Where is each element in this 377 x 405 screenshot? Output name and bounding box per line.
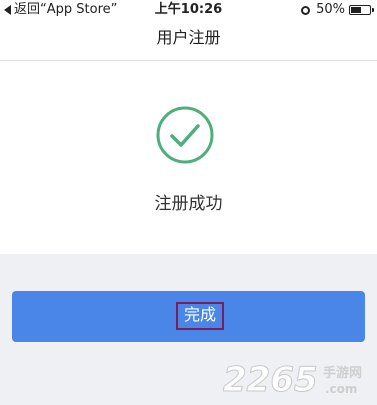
done-button-label: 完成 — [176, 302, 224, 330]
check-circle-icon — [156, 106, 214, 164]
page-title: 用户注册 — [156, 28, 221, 47]
watermark-suffix: .com — [325, 382, 357, 396]
battery-fill — [351, 7, 361, 13]
status-bar: 返回“App Store” 上午10:26 50% — [0, 0, 377, 20]
battery-percent: 50% — [316, 2, 345, 17]
success-message: 注册成功 — [154, 194, 223, 214]
battery-tip — [372, 8, 374, 12]
watermark-brand: 2265 — [223, 360, 318, 400]
alarm-icon — [301, 5, 311, 15]
status-right: 50% — [301, 0, 374, 20]
nav-bar: 用户注册 — [0, 20, 377, 61]
done-button[interactable]: 完成 — [12, 291, 365, 342]
watermark-domain: 手游网 — [323, 365, 362, 381]
success-panel: 注册成功 — [0, 61, 377, 254]
watermark-logo: 2265 手游网 .com — [223, 360, 362, 401]
battery-icon — [349, 5, 374, 15]
